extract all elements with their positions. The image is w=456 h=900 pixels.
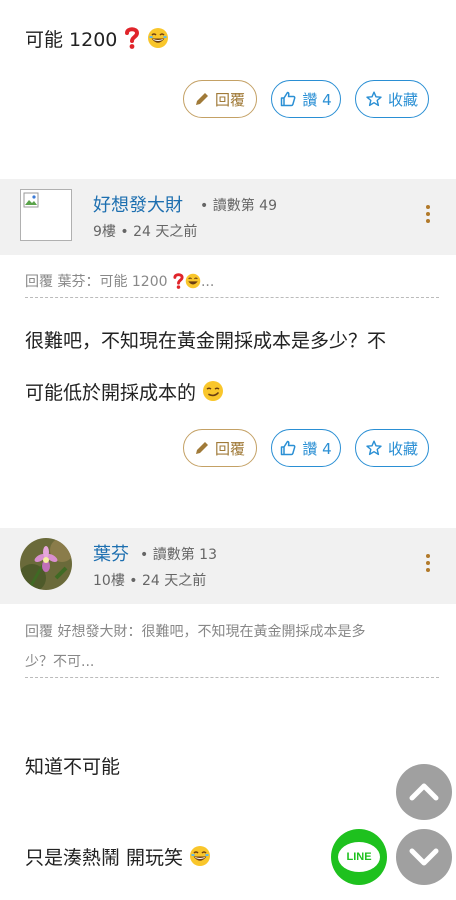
comment-body: 很難吧，不知現在黃金開採成本是多少？不 可能低於開採成本的 bbox=[25, 315, 386, 419]
scroll-up-button[interactable] bbox=[396, 764, 452, 820]
laughing-emoji-icon bbox=[148, 28, 169, 48]
star-icon bbox=[366, 440, 382, 456]
smirk-emoji-icon bbox=[203, 381, 224, 401]
avatar[interactable] bbox=[20, 538, 72, 590]
favorite-label: 收藏 bbox=[387, 439, 418, 458]
favorite-label: 收藏 bbox=[387, 90, 418, 109]
comment-header: 好想發大財 • 讀數第 49 9樓 • 24 天之前 bbox=[0, 179, 456, 255]
username[interactable]: 好想發大財 bbox=[93, 191, 183, 217]
quote-text: 少？不可... bbox=[25, 654, 95, 670]
comment-actions: 回覆 讚 4 收藏 bbox=[183, 429, 429, 467]
line-logo-icon: LINE bbox=[338, 842, 380, 872]
quote-ellipsis: ... bbox=[200, 274, 215, 290]
like-label: 讚 4 bbox=[302, 439, 332, 458]
reply-label: 回覆 bbox=[214, 90, 245, 109]
favorite-button[interactable]: 收藏 bbox=[355, 429, 429, 467]
flower-avatar-icon bbox=[20, 538, 72, 590]
laughing-emoji-icon bbox=[185, 273, 201, 289]
reply-button[interactable]: 回覆 bbox=[183, 429, 257, 467]
reply-label: 回覆 bbox=[214, 439, 245, 458]
line-label: LINE bbox=[346, 851, 372, 863]
quote-text: 回覆 好想發大財：很難吧，不知現在黃金開採成本是多 bbox=[25, 624, 366, 640]
comment-body-line: 可能低於開採成本的 bbox=[25, 367, 386, 419]
quote-text: 回覆 葉芬：可能 1200 bbox=[25, 274, 172, 290]
red-question-mark-icon bbox=[173, 273, 184, 289]
post-actions: 回覆 讚 4 收藏 bbox=[183, 80, 429, 118]
floor-time: 10樓 • 24 天之前 bbox=[93, 573, 207, 589]
avatar[interactable] bbox=[20, 189, 72, 241]
comment-body-line: 只是湊熱鬧 開玩笑 bbox=[25, 847, 184, 869]
chevron-down-icon bbox=[409, 848, 439, 866]
pencil-icon bbox=[195, 93, 208, 105]
read-count: • 讀數第 49 bbox=[200, 198, 277, 214]
pencil-icon bbox=[195, 442, 208, 454]
post-text: 可能 1200 bbox=[25, 27, 169, 50]
comment-body-line: 知道不可能 bbox=[25, 756, 121, 778]
comment-body-line: 很難吧，不知現在黃金開採成本是多少？不 bbox=[25, 330, 387, 352]
more-options-icon[interactable] bbox=[426, 554, 432, 575]
laughing-emoji-icon bbox=[190, 846, 211, 866]
post-text-content: 可能 1200 bbox=[25, 29, 124, 51]
reply-quote: 回覆 葉芬：可能 1200 ... bbox=[25, 267, 439, 298]
reply-button[interactable]: 回覆 bbox=[183, 80, 257, 118]
thumbs-up-icon bbox=[281, 440, 296, 456]
read-count: • 讀數第 13 bbox=[140, 547, 217, 563]
star-icon bbox=[366, 91, 382, 107]
thumbs-up-icon bbox=[281, 91, 296, 107]
chevron-up-icon bbox=[409, 783, 439, 801]
like-button[interactable]: 讚 4 bbox=[271, 80, 341, 118]
reply-quote: 回覆 好想發大財：很難吧，不知現在黃金開採成本是多 少？不可... bbox=[25, 617, 439, 678]
like-label: 讚 4 bbox=[302, 90, 332, 109]
more-options-icon[interactable] bbox=[426, 205, 432, 226]
comment-body: 只是湊熱鬧 開玩笑 bbox=[25, 845, 211, 868]
scroll-down-button[interactable] bbox=[396, 829, 452, 885]
line-share-button[interactable]: LINE bbox=[331, 829, 387, 885]
broken-image-icon bbox=[23, 192, 39, 208]
username[interactable]: 葉芬 bbox=[93, 540, 129, 566]
comment-header: 葉芬 • 讀數第 13 10樓 • 24 天之前 bbox=[0, 528, 456, 604]
floor-time: 9樓 • 24 天之前 bbox=[93, 224, 198, 240]
comment-body: 知道不可能 bbox=[25, 758, 120, 777]
red-question-mark-icon bbox=[125, 27, 140, 49]
favorite-button[interactable]: 收藏 bbox=[355, 80, 429, 118]
like-button[interactable]: 讚 4 bbox=[271, 429, 341, 467]
